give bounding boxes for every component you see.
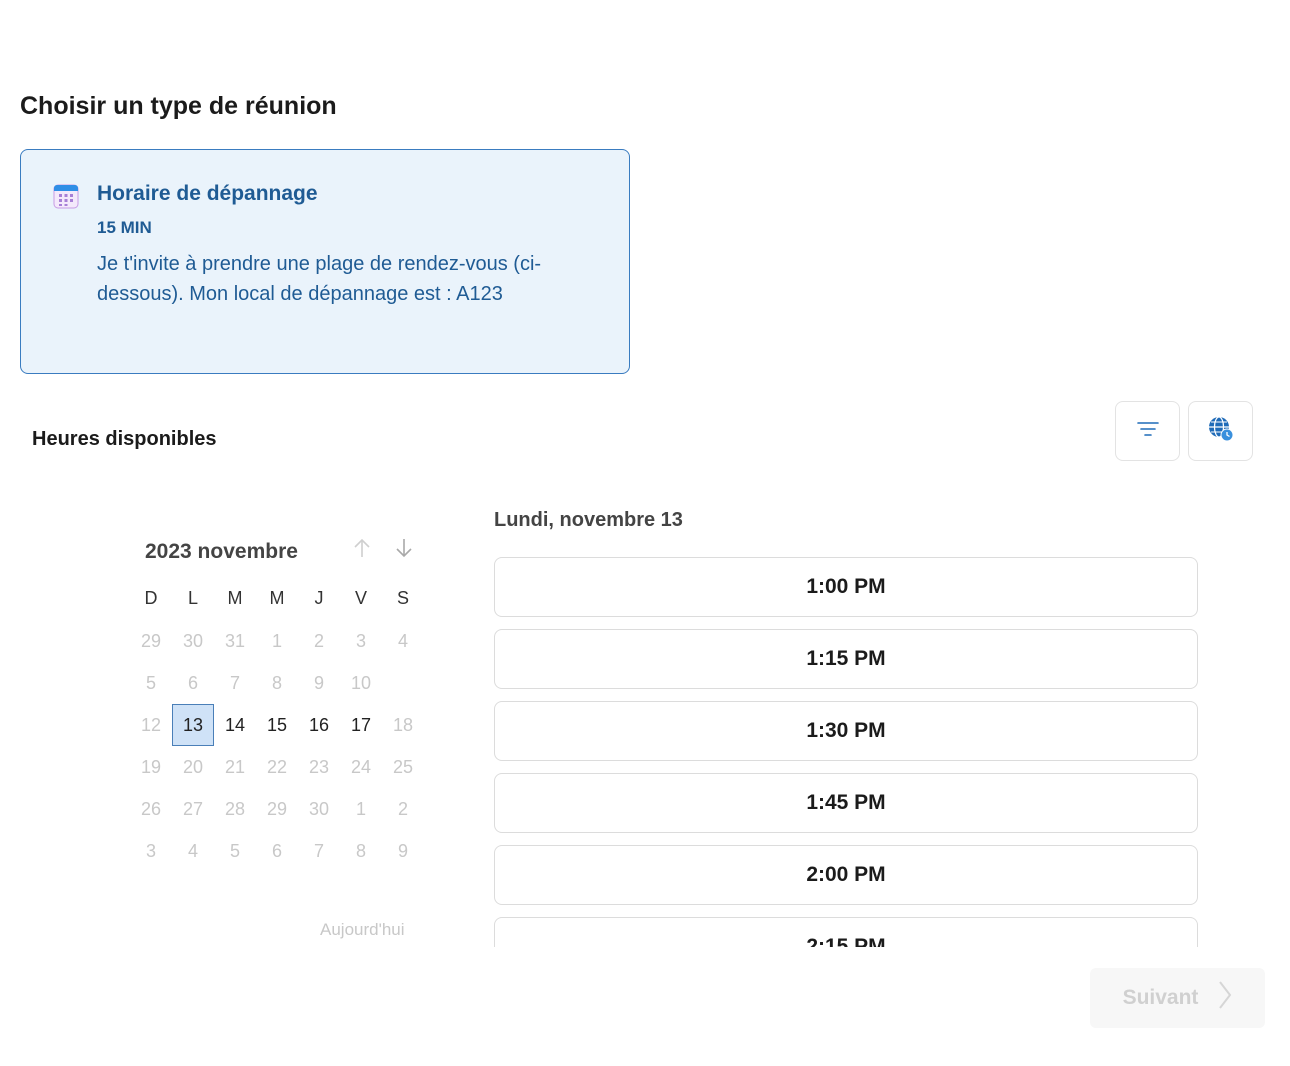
time-slot-button[interactable]: 2:00 PM: [494, 845, 1198, 905]
page-title: Choisir un type de réunion: [20, 92, 337, 120]
calendar-day-selected[interactable]: 13: [172, 704, 214, 746]
calendar-day: 7: [313, 840, 324, 861]
calendar-day: 21: [224, 756, 246, 777]
calendar-week-row: 26 27 28 29 30 1 2: [130, 788, 424, 830]
calendar-day[interactable]: 16: [298, 704, 340, 746]
weekday-label: S: [396, 587, 409, 608]
calendar-day: 19: [140, 756, 162, 777]
calendar-day: 7: [229, 672, 240, 693]
calendar-day: 28: [224, 798, 246, 819]
calendar-grid: D L M M J V S 29 30 31 1 2 3 4 5 6 7 8 9 10 11 12 13 14 1…: [130, 578, 424, 872]
calendar-day: 9: [397, 840, 408, 861]
calendar-weeks: 29 30 31 1 2 3 4 5 6 7 8 9 10 11 12 13 14 15 16 17 18 19 20 21 2…: [130, 620, 424, 872]
chevron-right-icon: [1218, 980, 1232, 1016]
calendar-day: 22: [266, 756, 288, 777]
calendar-day[interactable]: 15: [256, 704, 298, 746]
calendar-day: 4: [187, 840, 198, 861]
calendar-day: 27: [182, 798, 204, 819]
weekday-label: M: [227, 587, 243, 608]
meeting-type-duration: 15 MIN: [97, 218, 152, 237]
calendar-week-row: 29 30 31 1 2 3 4: [130, 620, 424, 662]
weekday-header-row: D L M M J V S: [130, 578, 424, 620]
calendar-icon: [53, 183, 79, 209]
meeting-type-title: Horaire de dépannage: [97, 182, 318, 205]
time-slot-button[interactable]: 1:30 PM: [494, 701, 1198, 761]
arrow-up-icon: [352, 537, 372, 564]
weekday-label: V: [354, 587, 367, 608]
calendar-day: 4: [397, 630, 408, 651]
calendar-day: 18: [392, 714, 414, 735]
calendar-day: 9: [313, 672, 324, 693]
calendar-day[interactable]: 17: [340, 704, 382, 746]
calendar-day: 20: [182, 756, 204, 777]
calendar-day: 30: [182, 630, 204, 651]
time-slot-button[interactable]: 1:00 PM: [494, 557, 1198, 617]
calendar-day: 30: [308, 798, 330, 819]
calendar-week-row: 12 13 14 15 16 17 18: [130, 704, 424, 746]
calendar-day: 5: [145, 672, 156, 693]
calendar-day[interactable]: 14: [214, 704, 256, 746]
filter-icon: [1136, 421, 1159, 442]
timezone-button[interactable]: [1188, 401, 1253, 461]
calendar-week-row: 3 4 5 6 7 8 9: [130, 830, 424, 872]
selected-date-label: Lundi, novembre 13: [494, 509, 683, 531]
calendar-day: 1: [271, 630, 282, 651]
meeting-type-description: Je t'invite à prendre une plage de rende…: [97, 253, 542, 305]
calendar-day: 6: [187, 672, 198, 693]
time-slot-button[interactable]: 2:15 PM: [494, 917, 1198, 947]
globe-clock-icon: [1207, 415, 1235, 448]
calendar-day: 29: [266, 798, 288, 819]
weekday-label: J: [314, 587, 324, 608]
calendar-day: 10: [350, 672, 372, 693]
weekday-label: M: [269, 587, 285, 608]
time-slot-list: 1:00 PM 1:15 PM 1:30 PM 1:45 PM 2:00 PM 2:15 …: [494, 557, 1200, 947]
calendar-day: 8: [271, 672, 282, 693]
section-title-available-hours: Heures disponibles: [32, 428, 217, 450]
today-button[interactable]: Aujourd'hui: [320, 920, 405, 940]
calendar-day: 25: [392, 756, 414, 777]
calendar-week-row: 19 20 21 22 23 24 25: [130, 746, 424, 788]
weekday-label: D: [144, 587, 158, 608]
arrow-down-icon: [394, 537, 414, 564]
calendar-week-row: 5 6 7 8 9 10 11: [130, 662, 424, 704]
calendar-day: 23: [308, 756, 330, 777]
calendar-day: 31: [224, 630, 246, 651]
calendar-day: 24: [350, 756, 372, 777]
calendar-day: 1: [355, 798, 366, 819]
calendar-day: 2: [313, 630, 324, 651]
weekday-label: L: [187, 587, 198, 608]
calendar-day: 2: [397, 798, 408, 819]
calendar-day: 29: [140, 630, 162, 651]
calendar-day: 6: [271, 840, 282, 861]
meeting-type-card[interactable]: Horaire de dépannage 15 MIN Je t'invite …: [20, 149, 630, 374]
next-button-label: Suivant: [1122, 986, 1199, 1009]
calendar-day: 8: [355, 840, 366, 861]
calendar-day: 3: [355, 630, 366, 651]
calendar-day-today[interactable]: 11: [382, 662, 424, 704]
previous-month-button[interactable]: [350, 538, 374, 562]
calendar-day: 26: [140, 798, 162, 819]
calendar-day: 5: [229, 840, 240, 861]
time-slot-button[interactable]: 1:15 PM: [494, 629, 1198, 689]
calendar-day: 3: [145, 840, 156, 861]
filter-button[interactable]: [1115, 401, 1180, 461]
next-month-button[interactable]: [392, 538, 416, 562]
time-slot-button[interactable]: 1:45 PM: [494, 773, 1198, 833]
next-button[interactable]: Suivant: [1090, 968, 1265, 1028]
calendar-month-label: 2023 novembre: [145, 540, 298, 563]
calendar-day: 12: [140, 714, 162, 735]
